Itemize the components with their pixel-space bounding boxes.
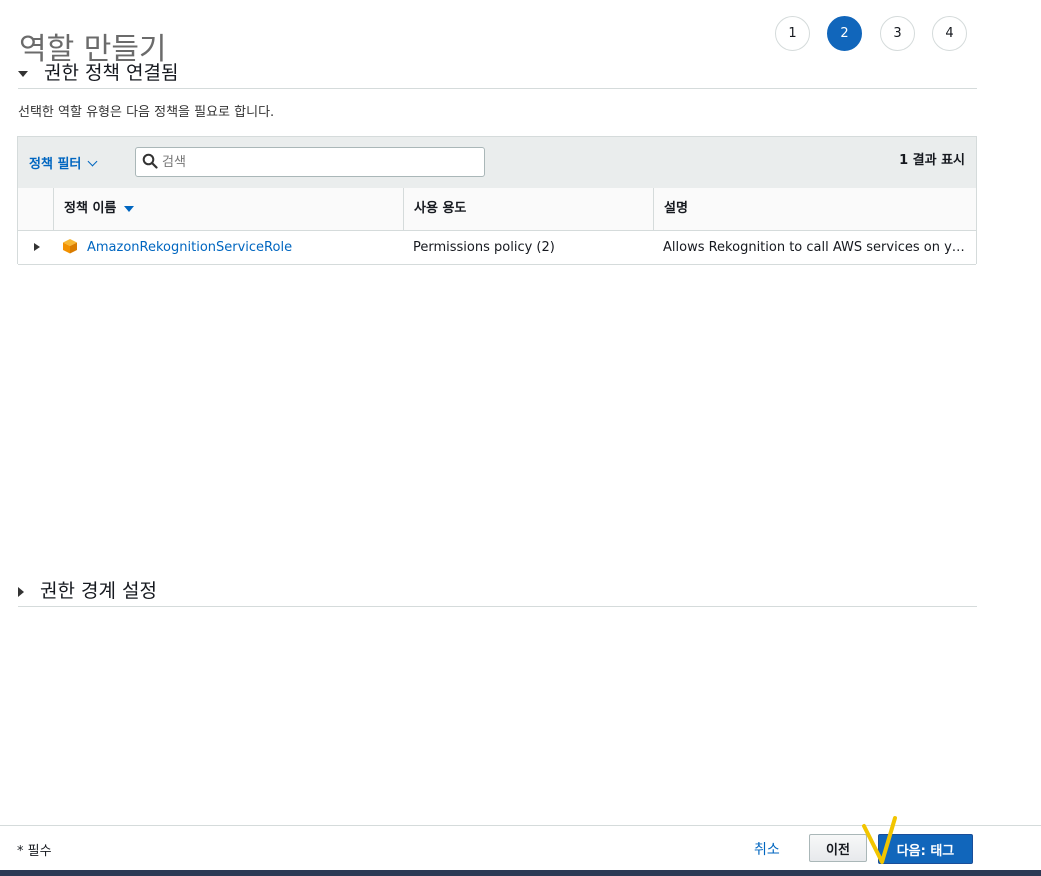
table-header: 정책 이름 사용 용도 설명 — [18, 188, 976, 231]
sort-down-icon[interactable] — [124, 205, 135, 212]
step-3[interactable]: 3 — [880, 16, 915, 51]
column-header-policy-name[interactable]: 정책 이름 — [53, 188, 403, 230]
step-2[interactable]: 2 — [827, 16, 862, 51]
required-note: * 필수 — [17, 844, 52, 859]
step-1[interactable]: 1 — [775, 16, 810, 51]
caret-down-icon — [18, 70, 28, 77]
policy-filter-dropdown[interactable]: 정책 필터 — [29, 153, 98, 172]
search-box[interactable] — [135, 147, 485, 177]
step-4[interactable]: 4 — [932, 16, 967, 51]
search-input[interactable] — [160, 151, 474, 173]
boundary-section-header[interactable]: 권한 경계 설정 — [18, 576, 977, 607]
chevron-down-icon — [87, 156, 98, 167]
table-row: AmazonRekognitionServiceRole Permissions… — [18, 231, 976, 265]
column-label-policy-name: 정책 이름 — [64, 201, 117, 216]
previous-button[interactable]: 이전 — [809, 834, 867, 862]
column-header-description[interactable]: 설명 — [653, 188, 976, 230]
result-count: 1 결과 표시 — [899, 153, 965, 168]
search-icon — [142, 153, 158, 169]
policy-description: Allows Rekognition to call AWS services … — [663, 240, 966, 255]
policies-table: 정책 필터 1 결과 표시 정책 이름 사용 용도 설명 AmazonRekog… — [17, 136, 977, 265]
caret-right-icon — [18, 586, 24, 597]
cancel-link[interactable]: 취소 — [754, 839, 780, 859]
policies-section-description: 선택한 역할 유형은 다음 정책을 필요로 합니다. — [18, 105, 275, 120]
policy-filter-label: 정책 필터 — [29, 157, 82, 172]
expand-column-header — [18, 188, 53, 230]
policies-section-title: 권한 정책 연결됨 — [44, 62, 179, 84]
wizard-footer: * 필수 취소 이전 다음: 태그 — [0, 825, 1041, 871]
policy-name-link[interactable]: AmazonRekognitionServiceRole — [87, 231, 397, 264]
next-tags-button[interactable]: 다음: 태그 — [878, 834, 973, 864]
table-toolbar: 정책 필터 1 결과 표시 — [18, 137, 976, 189]
policy-usage: Permissions policy (2) — [413, 240, 555, 255]
policies-section-header[interactable]: 권한 정책 연결됨 — [18, 58, 977, 89]
bottom-edge-bar — [0, 870, 1041, 876]
policy-box-icon — [63, 239, 77, 254]
expand-row-icon[interactable] — [34, 243, 40, 251]
column-header-usage[interactable]: 사용 용도 — [403, 188, 653, 230]
boundary-section-title: 권한 경계 설정 — [40, 580, 158, 602]
